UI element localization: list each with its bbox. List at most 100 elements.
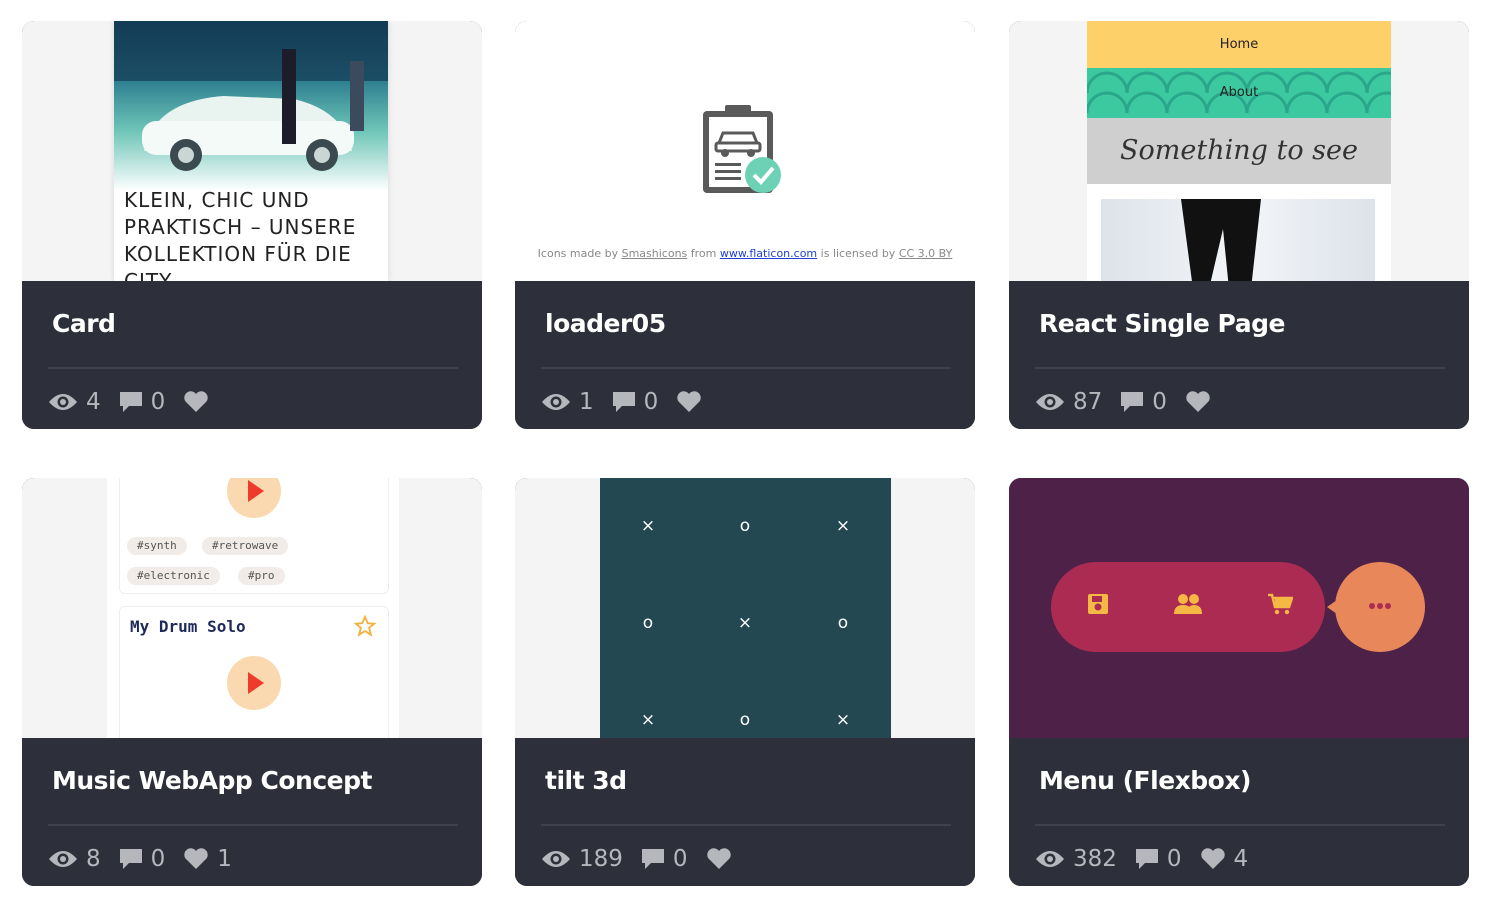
card-stats: 189 0 bbox=[541, 842, 740, 876]
board-cell[interactable]: o bbox=[828, 608, 858, 638]
card-pen[interactable]: KLEIN, CHIC UND PRAKTISCH – UNSERE KOLLE… bbox=[22, 21, 482, 429]
views-count: 382 bbox=[1073, 846, 1117, 872]
hero-text: Something to see bbox=[1087, 118, 1391, 184]
star-icon[interactable] bbox=[354, 615, 376, 637]
card-meta: React Single Page 87 0 bbox=[1009, 281, 1469, 429]
card-preview[interactable]: × o × o × o × o × bbox=[515, 478, 975, 738]
cart-icon[interactable] bbox=[1267, 593, 1293, 615]
tag[interactable]: #retrowave bbox=[202, 537, 289, 555]
heart-icon[interactable] bbox=[706, 848, 732, 870]
card-meta: Card 4 0 bbox=[22, 281, 482, 429]
card-preview[interactable]: Icons made by Smashicons from www.flatic… bbox=[515, 21, 975, 281]
card-title[interactable]: Card bbox=[52, 309, 116, 338]
heart-icon[interactable] bbox=[676, 391, 702, 413]
credit-author-link[interactable]: Smashicons bbox=[622, 247, 688, 260]
card-preview[interactable]: Home About Something to see bbox=[1009, 21, 1469, 281]
credit-licensed: is licensed by bbox=[820, 247, 896, 260]
comment-icon bbox=[612, 392, 635, 412]
likes-count: 4 bbox=[1233, 846, 1249, 872]
clipboard-car-icon bbox=[703, 105, 781, 193]
nav-about-label: About bbox=[1219, 85, 1259, 100]
likes-count: 1 bbox=[217, 846, 232, 872]
preview-article: KLEIN, CHIC UND PRAKTISCH – UNSERE KOLLE… bbox=[114, 21, 388, 281]
tic-tac-toe-board: × o × o × o × o × bbox=[600, 478, 891, 738]
likes-stat[interactable] bbox=[1185, 391, 1219, 413]
likes-stat[interactable]: 1 bbox=[183, 846, 232, 872]
heart-icon[interactable] bbox=[1200, 848, 1226, 870]
views-count: 8 bbox=[86, 846, 101, 872]
users-icon[interactable] bbox=[1173, 593, 1203, 615]
card-title[interactable]: Menu (Flexbox) bbox=[1039, 766, 1251, 795]
board-cell[interactable]: o bbox=[730, 705, 760, 735]
play-button[interactable] bbox=[226, 478, 282, 519]
tag[interactable]: #electronic bbox=[127, 567, 220, 585]
card-pen[interactable]: #synth #retrowave #electronic #pro My Dr… bbox=[22, 478, 482, 886]
likes-stat[interactable] bbox=[706, 848, 740, 870]
heart-icon[interactable] bbox=[183, 848, 209, 870]
board-cell[interactable]: × bbox=[828, 511, 858, 541]
menu-toggle-button[interactable] bbox=[1335, 562, 1425, 652]
card-meta: Music WebApp Concept 8 0 1 bbox=[22, 738, 482, 886]
comments-stat[interactable]: 0 bbox=[119, 389, 166, 415]
comment-icon bbox=[119, 392, 142, 412]
more-icon[interactable] bbox=[1368, 601, 1392, 611]
views-count: 87 bbox=[1073, 389, 1103, 415]
card-title[interactable]: loader05 bbox=[545, 309, 666, 338]
comment-icon bbox=[119, 849, 142, 869]
board-cell[interactable]: × bbox=[828, 705, 858, 735]
eye-icon bbox=[1036, 394, 1064, 410]
song-card[interactable]: My Drum Solo bbox=[119, 606, 389, 738]
comments-stat[interactable]: 0 bbox=[641, 846, 688, 872]
tag[interactable]: #pro bbox=[238, 567, 285, 585]
board-cell[interactable]: × bbox=[730, 608, 760, 638]
heart-icon[interactable] bbox=[183, 391, 209, 413]
comment-icon bbox=[1121, 392, 1144, 412]
card-title[interactable]: Music WebApp Concept bbox=[52, 766, 372, 795]
comments-count: 0 bbox=[643, 389, 659, 415]
eye-icon bbox=[1036, 851, 1064, 867]
heart-icon[interactable] bbox=[1185, 391, 1211, 413]
card-preview[interactable]: #synth #retrowave #electronic #pro My Dr… bbox=[22, 478, 482, 738]
views-stat: 189 bbox=[541, 846, 623, 872]
comments-stat[interactable]: 0 bbox=[612, 389, 659, 415]
views-count: 4 bbox=[86, 389, 101, 415]
save-icon[interactable] bbox=[1087, 593, 1109, 615]
song-title: My Drum Solo bbox=[130, 617, 246, 636]
comments-count: 0 bbox=[150, 389, 166, 415]
comments-stat[interactable]: 0 bbox=[1135, 846, 1182, 872]
credit-license-link[interactable]: CC 3.0 BY bbox=[899, 247, 953, 260]
card-preview[interactable] bbox=[1009, 478, 1469, 738]
comments-stat[interactable]: 0 bbox=[1120, 389, 1167, 415]
card-pen[interactable]: Icons made by Smashicons from www.flatic… bbox=[515, 21, 975, 429]
card-stats: 8 0 1 bbox=[48, 842, 232, 876]
board-cell[interactable]: × bbox=[633, 705, 663, 735]
comments-count: 0 bbox=[672, 846, 688, 872]
play-button[interactable] bbox=[226, 655, 282, 711]
card-pen[interactable]: Home About Something to see React Single… bbox=[1009, 21, 1469, 429]
comments-count: 0 bbox=[150, 846, 166, 872]
likes-stat[interactable] bbox=[183, 391, 217, 413]
nav-home[interactable]: Home bbox=[1087, 21, 1391, 68]
card-pen[interactable]: × o × o × o × o × tilt 3d 189 0 bbox=[515, 478, 975, 886]
eye-icon bbox=[542, 851, 570, 867]
views-count: 189 bbox=[579, 846, 623, 872]
board-cell[interactable]: o bbox=[730, 511, 760, 541]
icon-credit: Icons made by Smashicons from www.flatic… bbox=[515, 247, 975, 260]
board-cell[interactable]: × bbox=[633, 511, 663, 541]
tag[interactable]: #synth bbox=[127, 537, 187, 555]
comments-stat[interactable]: 0 bbox=[119, 846, 166, 872]
likes-stat[interactable] bbox=[676, 391, 710, 413]
car-photo bbox=[114, 21, 388, 191]
card-title[interactable]: React Single Page bbox=[1039, 309, 1285, 338]
article-headline: KLEIN, CHIC UND PRAKTISCH – UNSERE KOLLE… bbox=[124, 188, 357, 281]
views-count: 1 bbox=[579, 389, 594, 415]
preview-app: #synth #retrowave #electronic #pro My Dr… bbox=[107, 478, 399, 738]
credit-site-link[interactable]: www.flaticon.com bbox=[720, 247, 817, 260]
board-cell[interactable]: o bbox=[633, 608, 663, 638]
card-title[interactable]: tilt 3d bbox=[545, 766, 627, 795]
card-pen[interactable]: Menu (Flexbox) 382 0 4 bbox=[1009, 478, 1469, 886]
views-stat: 87 bbox=[1035, 389, 1102, 415]
card-preview[interactable]: KLEIN, CHIC UND PRAKTISCH – UNSERE KOLLE… bbox=[22, 21, 482, 281]
nav-about[interactable]: About bbox=[1087, 68, 1391, 118]
likes-stat[interactable]: 4 bbox=[1200, 846, 1249, 872]
